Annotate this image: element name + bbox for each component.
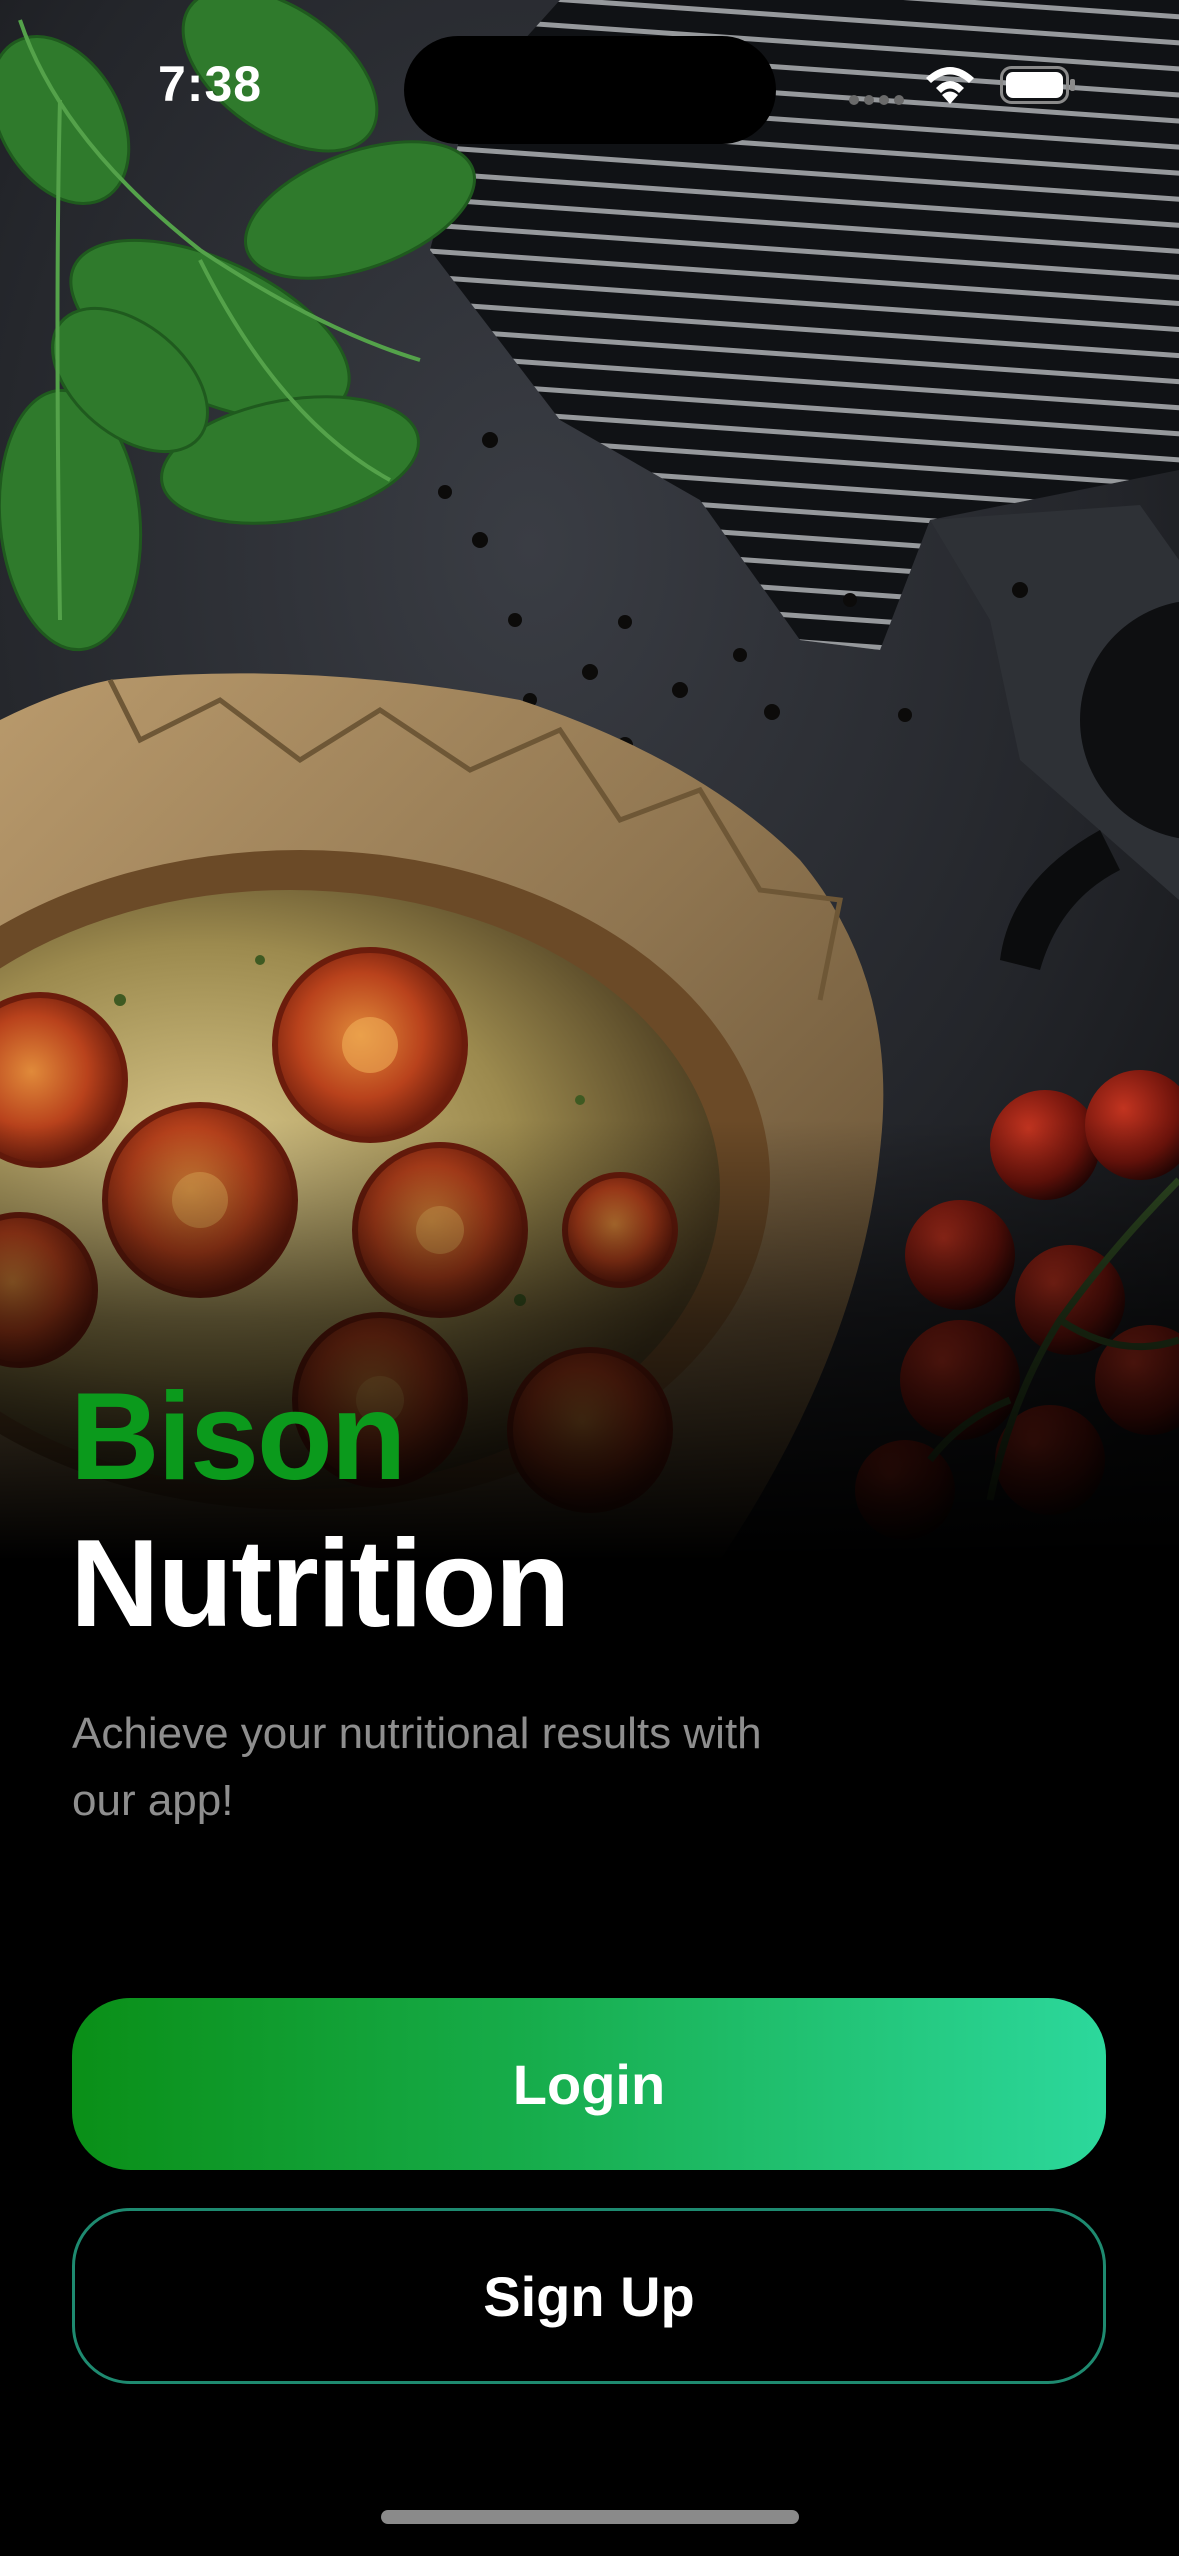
tagline: Achieve your nutritional results with ou… — [72, 1709, 762, 1825]
cellular-signal-icon — [849, 95, 904, 105]
status-time: 7:38 — [158, 56, 263, 112]
welcome-screen: 7:38 Bison Nutrition Achieve your nutrit… — [0, 0, 1179, 2556]
wifi-icon — [926, 67, 974, 104]
battery-full-icon — [1000, 66, 1075, 104]
home-indicator[interactable] — [381, 2510, 799, 2524]
dynamic-island — [404, 36, 776, 144]
brand-title-nutrition: Nutrition — [70, 1515, 571, 1653]
login-button[interactable]: Login — [72, 1998, 1106, 2170]
brand-title-bison: Bison — [70, 1368, 406, 1506]
sign-up-button[interactable]: Sign Up — [72, 2208, 1106, 2384]
